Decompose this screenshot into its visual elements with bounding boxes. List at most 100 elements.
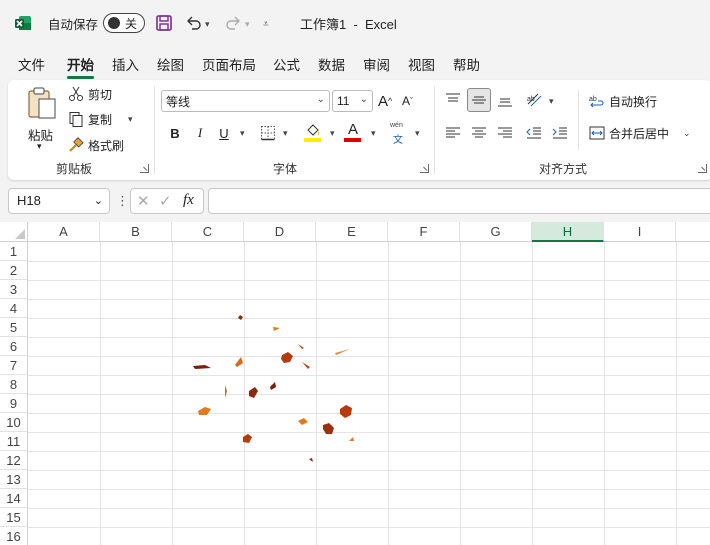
increase-indent-icon[interactable] [552,125,568,141]
font-size-select[interactable]: 11 ⌄ [332,90,373,112]
row-header[interactable]: 12 [0,451,28,470]
align-center-icon[interactable] [471,125,487,141]
fill-color-button[interactable] [304,123,322,143]
format-painter-button[interactable]: 格式刷 [68,135,124,155]
font-color-button[interactable]: A [344,121,362,143]
merge-dropdown-icon[interactable]: ⌄ [683,128,691,139]
column-header[interactable]: G [460,222,532,242]
alignment-launcher-icon[interactable] [698,164,707,173]
tab-home[interactable]: 开始 [67,54,94,79]
align-middle-icon [472,96,486,104]
row-header[interactable]: 1 [0,242,28,261]
row-header[interactable]: 3 [0,280,28,299]
tab-view[interactable]: 视图 [408,54,435,74]
clipboard-launcher-icon[interactable] [140,164,149,173]
font-color-dropdown-icon[interactable]: ▾ [371,128,376,139]
row-header[interactable]: 16 [0,527,28,545]
more-options-icon[interactable]: ⋮ [116,193,129,209]
tab-help[interactable]: 帮助 [453,54,480,74]
column-header[interactable] [676,222,710,242]
column-header[interactable]: C [172,222,244,242]
copy-button[interactable]: 复制 ▾ [68,109,133,129]
column-header[interactable]: I [604,222,676,242]
grid-line [28,299,710,300]
column-header[interactable]: A [28,222,100,242]
save-icon[interactable] [155,14,173,32]
increase-font-size-icon[interactable]: A ^ [378,90,392,112]
column-header[interactable]: F [388,222,460,242]
tab-formulas[interactable]: 公式 [273,54,300,74]
borders-icon[interactable] [260,125,276,141]
row-header[interactable]: 5 [0,318,28,337]
column-header[interactable]: E [316,222,388,242]
cut-label: 剪切 [88,87,113,102]
decrease-font-size-icon[interactable]: Aˇ [402,90,413,112]
align-top-icon[interactable] [445,92,461,108]
leaf-icon [298,344,304,349]
row-header[interactable]: 2 [0,261,28,280]
align-bottom-icon[interactable] [497,92,513,108]
cancel-icon[interactable]: ✕ [137,192,150,210]
customize-toolbar-icon[interactable]: ⩡ [263,14,269,34]
row-header[interactable]: 15 [0,508,28,527]
row-header[interactable]: 7 [0,356,28,375]
orientation-dropdown-icon[interactable]: ▾ [549,96,554,107]
row-header[interactable]: 9 [0,394,28,413]
align-left-icon[interactable] [445,125,461,141]
undo-icon[interactable] [184,13,204,33]
tab-review[interactable]: 审阅 [363,54,390,74]
column-header[interactable]: B [100,222,172,242]
redo-dropdown-icon[interactable]: ▾ [245,14,250,34]
font-launcher-icon[interactable] [420,164,429,173]
merge-center-button[interactable]: 合并后居中 ⌄ [589,123,691,143]
grid-line [28,394,710,395]
paste-button[interactable]: 粘贴 ▾ [22,86,62,152]
grid-line [28,261,710,262]
insert-function-button[interactable]: fx [183,192,194,209]
row-header[interactable]: 6 [0,337,28,356]
italic-button[interactable]: I [194,122,206,144]
row-header[interactable]: 10 [0,413,28,432]
phonetic-dropdown-icon[interactable]: ▾ [415,128,420,139]
paste-dropdown-icon[interactable]: ▾ [37,141,42,152]
select-all-corner[interactable] [0,222,28,242]
tab-insert[interactable]: 插入 [112,54,139,74]
orientation-icon[interactable]: ab [526,92,544,108]
row-header[interactable]: 13 [0,470,28,489]
undo-dropdown-icon[interactable]: ▾ [205,14,210,34]
name-box[interactable]: H18 ⌄ [8,188,110,214]
tab-file[interactable]: 文件 [18,54,45,74]
row-header[interactable]: 14 [0,489,28,508]
merge-center-label: 合并后居中 [609,126,670,141]
autosave-toggle[interactable]: 关 [103,13,145,33]
redo-icon[interactable] [223,13,243,33]
leaf-icon [349,437,354,441]
underline-button[interactable]: U [218,122,230,144]
decrease-indent-icon[interactable] [526,125,542,141]
copy-dropdown-icon[interactable]: ▾ [128,114,133,125]
row-header[interactable]: 11 [0,432,28,451]
wrap-text-button[interactable]: ab 自动换行 [589,91,657,111]
autosave-label: 自动保存 [48,17,99,32]
row-header[interactable]: 8 [0,375,28,394]
underline-dropdown-icon[interactable]: ▾ [240,128,245,139]
bold-button[interactable]: B [168,122,182,144]
formula-input[interactable] [208,188,710,214]
column-header[interactable]: D [244,222,316,242]
align-right-icon[interactable] [497,125,513,141]
tab-draw[interactable]: 绘图 [157,54,184,74]
fill-color-dropdown-icon[interactable]: ▾ [330,128,335,139]
worksheet-grid[interactable]: A B C D E F G H I 1 2 3 4 5 6 7 8 9 10 1… [0,222,710,545]
tab-data[interactable]: 数据 [318,54,345,74]
borders-dropdown-icon[interactable]: ▾ [283,128,288,139]
tab-page-layout[interactable]: 页面布局 [202,54,256,74]
align-middle-button[interactable] [467,88,491,112]
falling-leaves-image[interactable] [185,307,365,467]
column-header-selected[interactable]: H [532,222,604,242]
phonetic-guide-button[interactable]: wén 文 [389,122,411,146]
font-name-select[interactable]: 等线 ⌄ [161,90,330,112]
leaf-icon [270,382,276,390]
enter-icon[interactable]: ✓ [159,192,172,210]
cut-button[interactable]: 剪切 [68,84,112,104]
row-header[interactable]: 4 [0,299,28,318]
